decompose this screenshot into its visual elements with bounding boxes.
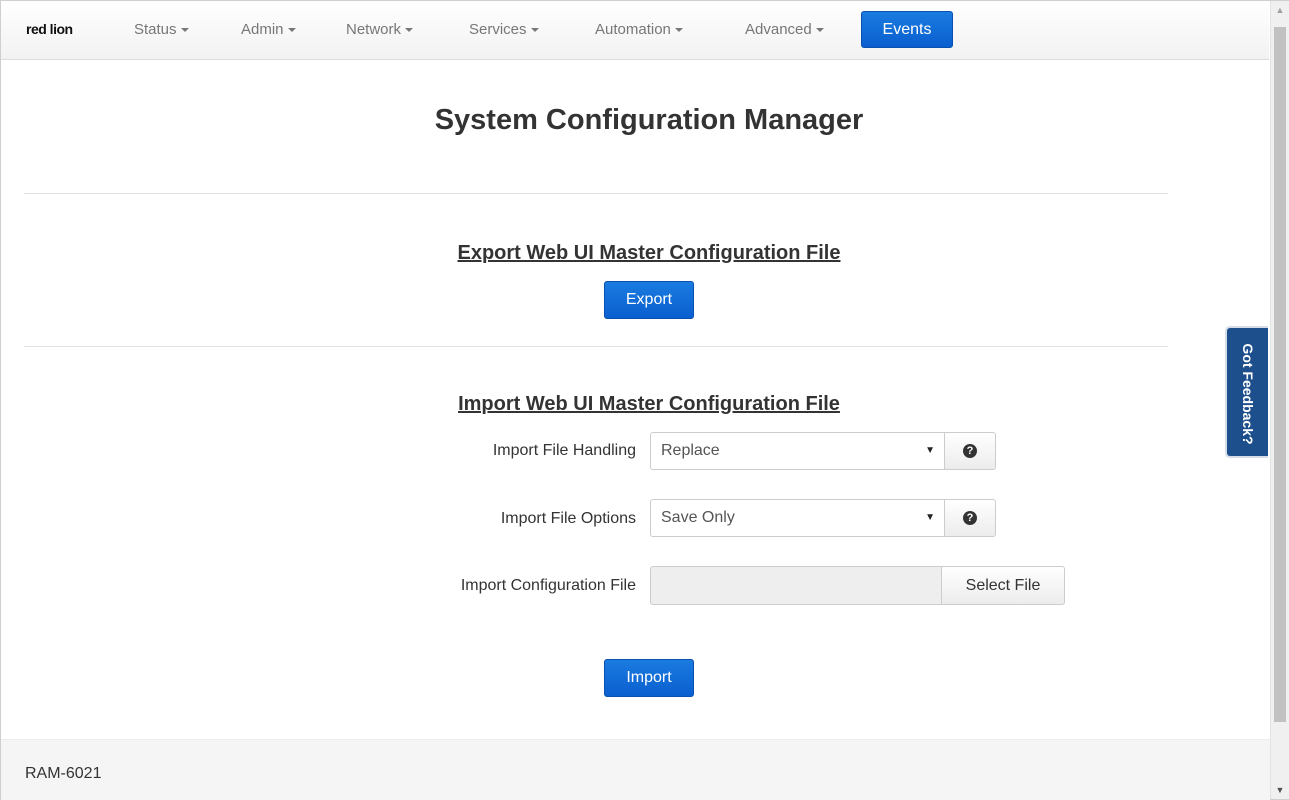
caret-down-icon	[674, 28, 683, 33]
scroll-up-arrow-icon[interactable]: ▲	[1271, 5, 1289, 15]
dropdown-arrow-icon: ▼	[925, 512, 935, 523]
nav-advanced-label: Advanced	[745, 21, 812, 38]
nav-network[interactable]: Network	[346, 21, 414, 38]
brand-text: red lion	[26, 21, 73, 37]
nav-automation-label: Automation	[595, 21, 671, 38]
caret-down-icon	[530, 28, 539, 33]
divider	[24, 346, 1168, 347]
page-title: System Configuration Manager	[434, 104, 864, 136]
import-file-handling-select[interactable]: Replace ▼	[650, 432, 945, 470]
import-file-handling-value: Replace	[661, 442, 720, 459]
import-file-handling-label: Import File Handling	[492, 442, 636, 459]
export-button[interactable]: Export	[604, 281, 694, 319]
nav-automation[interactable]: Automation	[595, 21, 683, 38]
caret-down-icon	[180, 28, 189, 33]
nav-admin-label: Admin	[241, 21, 284, 38]
nav-services[interactable]: Services	[469, 21, 539, 38]
nav-status-label: Status	[134, 21, 177, 38]
nav-services-label: Services	[469, 21, 527, 38]
question-circle-icon: ?	[963, 444, 977, 458]
import-file-options-value: Save Only	[661, 509, 735, 526]
nav-advanced[interactable]: Advanced	[745, 21, 824, 38]
caret-down-icon	[287, 28, 296, 33]
import-file-handling-help-button[interactable]: ?	[944, 432, 996, 470]
import-configuration-file-label: Import Configuration File	[460, 577, 636, 594]
red-lion-logo[interactable]: red lion	[26, 21, 73, 37]
caret-down-icon	[405, 28, 414, 33]
dropdown-arrow-icon: ▼	[925, 445, 935, 456]
import-file-options-help-button[interactable]: ?	[944, 499, 996, 537]
nav-admin[interactable]: Admin	[241, 21, 296, 38]
top-navbar: red lion Status Admin Network Services A…	[1, 1, 1269, 60]
scroll-down-arrow-icon[interactable]: ▼	[1271, 785, 1289, 795]
device-model: RAM-6021	[25, 765, 102, 782]
nav-network-label: Network	[346, 21, 402, 38]
import-file-options-select[interactable]: Save Only ▼	[650, 499, 945, 537]
got-feedback-label: Got Feedback?	[1240, 343, 1256, 445]
select-file-button[interactable]: Select File	[941, 566, 1065, 605]
nav-status[interactable]: Status	[134, 21, 189, 38]
export-section-title: Export Web UI Master Configuration File	[457, 242, 841, 264]
got-feedback-tab[interactable]: Got Feedback?	[1225, 326, 1268, 458]
import-button[interactable]: Import	[604, 659, 694, 697]
caret-down-icon	[815, 28, 824, 33]
import-file-options-label: Import File Options	[500, 510, 636, 527]
nav-events-button[interactable]: Events	[861, 11, 953, 48]
footer: RAM-6021	[1, 739, 1270, 800]
import-configuration-file-input[interactable]	[650, 566, 942, 605]
divider	[24, 193, 1168, 194]
import-section-title: Import Web UI Master Configuration File	[458, 393, 840, 415]
question-circle-icon: ?	[963, 511, 977, 525]
